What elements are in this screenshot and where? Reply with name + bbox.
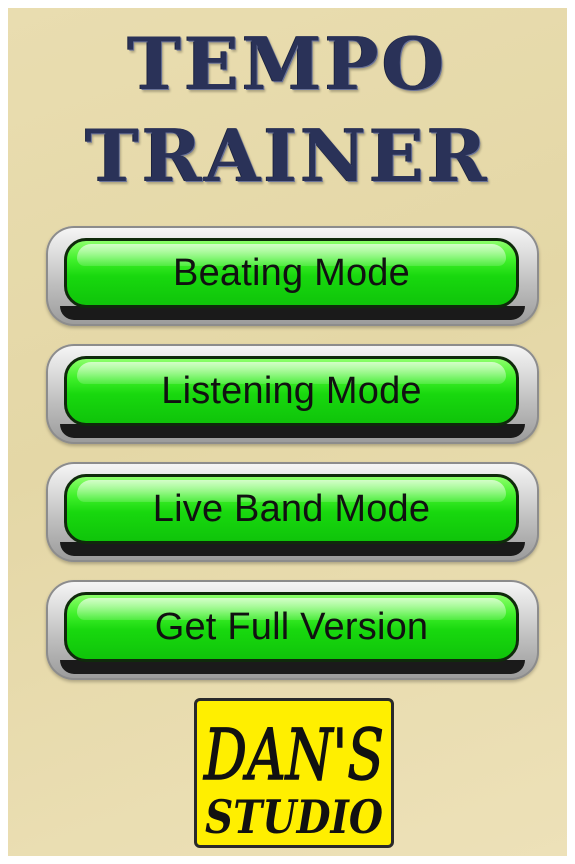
main-menu-screen: TEMPO TRAINER Beating Mode Listening Mod… bbox=[8, 8, 567, 856]
live-band-mode-button-frame: Live Band Mode bbox=[46, 462, 539, 562]
get-full-version-label: Get Full Version bbox=[154, 605, 429, 648]
beating-mode-button[interactable]: Beating Mode bbox=[64, 238, 519, 308]
beating-mode-button-frame: Beating Mode bbox=[46, 226, 539, 326]
app-title-line-2: TRAINER bbox=[85, 113, 490, 198]
beating-mode-label: Beating Mode bbox=[173, 251, 410, 294]
dans-studio-logo[interactable]: DAN'S STUDIO bbox=[194, 698, 394, 848]
logo-text-dans: DAN'S bbox=[202, 714, 384, 796]
app-title-line-1: TEMPO bbox=[127, 21, 448, 106]
logo-text-studio: STUDIO bbox=[205, 790, 383, 844]
get-full-version-button[interactable]: Get Full Version bbox=[64, 592, 519, 662]
get-full-version-button-frame: Get Full Version bbox=[46, 580, 539, 680]
listening-mode-button-frame: Listening Mode bbox=[46, 344, 539, 444]
listening-mode-label: Listening Mode bbox=[161, 369, 422, 412]
listening-mode-button[interactable]: Listening Mode bbox=[64, 356, 519, 426]
dans-studio-logo-image: DAN'S STUDIO bbox=[202, 713, 385, 844]
live-band-mode-label: Live Band Mode bbox=[152, 487, 431, 530]
live-band-mode-button[interactable]: Live Band Mode bbox=[64, 474, 519, 544]
